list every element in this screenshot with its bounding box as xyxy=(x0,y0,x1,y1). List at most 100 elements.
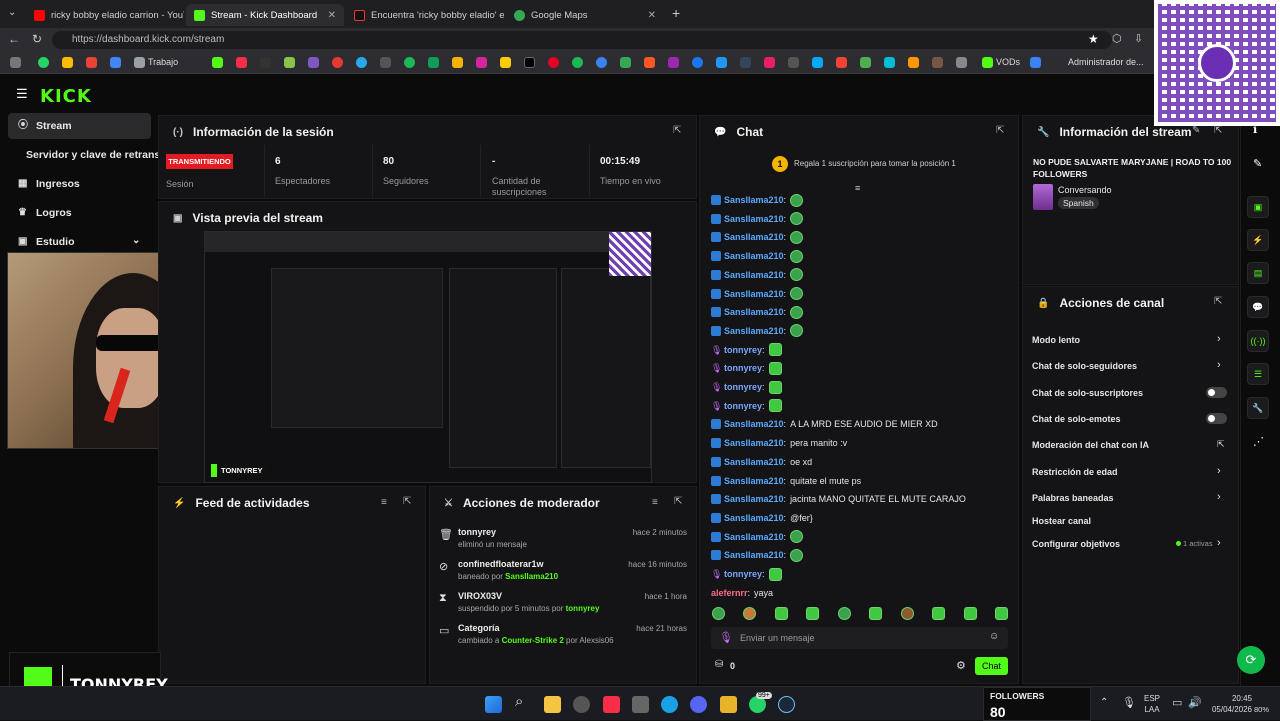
tray-chevron-icon[interactable]: ⌃ xyxy=(1100,697,1108,708)
popout-icon[interactable]: ⇱ xyxy=(674,496,682,507)
discord-icon[interactable] xyxy=(690,696,707,713)
chat-username[interactable]: alefernrr xyxy=(711,588,748,598)
bookmark-icon[interactable] xyxy=(428,57,439,68)
music-icon[interactable] xyxy=(236,57,247,68)
chat-username[interactable]: tonnyrey xyxy=(724,569,762,579)
bookmark-icon[interactable] xyxy=(860,57,871,68)
chat-username[interactable]: tonnyrey xyxy=(724,401,762,411)
maps-icon[interactable] xyxy=(620,57,631,68)
chevron-right-icon[interactable]: › xyxy=(1217,333,1221,345)
bookmark-icon[interactable] xyxy=(332,57,343,68)
tab-search-icon[interactable]: ⌄ xyxy=(8,7,16,18)
rail-button-wrench[interactable]: 🔧 xyxy=(1247,397,1269,419)
close-icon[interactable]: ✕ xyxy=(642,10,656,21)
bookmark-admin[interactable]: Administrador de... xyxy=(1068,57,1144,67)
emote-icon[interactable] xyxy=(712,607,725,620)
reload-icon[interactable]: ↻ xyxy=(32,32,42,46)
chat-username[interactable]: Sansllama210 xyxy=(724,476,784,486)
drive-icon[interactable] xyxy=(62,57,73,68)
bookmark-icon[interactable] xyxy=(10,57,21,68)
emote-icon[interactable] xyxy=(994,607,1008,620)
popout-icon[interactable]: ⇱ xyxy=(1214,296,1222,307)
emote-icon[interactable] xyxy=(963,607,977,620)
bookmark-star-icon[interactable]: ★ xyxy=(1088,32,1099,46)
chevron-right-icon[interactable]: › xyxy=(1217,359,1221,371)
bookmark-icon[interactable] xyxy=(596,57,607,68)
bookmark-icon[interactable] xyxy=(836,57,847,68)
popout-icon[interactable]: ⇱ xyxy=(1214,125,1222,136)
chat-username[interactable]: Sansllama210 xyxy=(724,251,784,261)
music-icon[interactable] xyxy=(603,696,620,713)
chat-username[interactable]: tonnyrey xyxy=(724,345,762,355)
app-icon[interactable] xyxy=(573,696,590,713)
kick-bookmark-icon[interactable] xyxy=(212,57,223,68)
chat-username[interactable]: Sansllama210 xyxy=(724,289,784,299)
external-link-icon[interactable]: ⇱ xyxy=(1217,439,1225,450)
chat-username[interactable]: Sansllama210 xyxy=(724,195,784,205)
action-age-restriction[interactable]: Restricción de edad xyxy=(1032,467,1118,477)
mod-row-user[interactable]: confinedfloaterar1w xyxy=(458,559,544,569)
action-goals[interactable]: Configurar objetivos xyxy=(1032,539,1120,549)
mod-row-user[interactable]: VIROX03V xyxy=(458,591,502,601)
tv-icon[interactable] xyxy=(260,57,271,68)
pinterest-icon[interactable] xyxy=(548,57,559,68)
bookmark-icon[interactable] xyxy=(908,57,919,68)
pin-icon[interactable]: ≡ xyxy=(855,183,860,193)
chat-send-button[interactable]: Chat xyxy=(975,657,1008,675)
chevron-right-icon[interactable]: › xyxy=(1217,491,1221,503)
chat-username[interactable]: tonnyrey xyxy=(724,363,762,373)
back-icon[interactable]: ← xyxy=(8,32,20,46)
rail-button-document[interactable]: ▤ xyxy=(1247,262,1269,284)
action-ai-moderation[interactable]: Moderación del chat con IA xyxy=(1032,440,1149,450)
bookmark-icon[interactable] xyxy=(932,57,943,68)
network-icon[interactable]: ▭ xyxy=(1172,696,1182,709)
popout-icon[interactable]: ⇱ xyxy=(403,496,411,507)
bookmark-trabajo[interactable]: Trabajo xyxy=(148,57,178,67)
mod-desc-link[interactable]: tonnyrey xyxy=(566,604,600,613)
tab-youtube[interactable]: ricky bobby eladio carrion - YouTu ✕ xyxy=(26,4,184,26)
tab-tiktok[interactable]: Encuentra 'ricky bobby eladio' en ✕ xyxy=(346,4,504,26)
menu-icon[interactable]: ☰ xyxy=(16,86,28,102)
bookmark-vods[interactable]: VODs xyxy=(996,57,1020,67)
close-icon[interactable]: ✕ xyxy=(322,10,336,21)
edge-icon[interactable] xyxy=(661,696,678,713)
popout-icon[interactable]: ⇱ xyxy=(673,125,681,136)
search-icon[interactable]: ⌕ xyxy=(515,693,523,710)
chat-username[interactable]: Sansllama210 xyxy=(724,326,784,336)
rail-button-broadcast[interactable]: ((·)) xyxy=(1247,330,1269,352)
chat-username[interactable]: Sansllama210 xyxy=(724,438,784,448)
edit-icon[interactable]: ✎ xyxy=(1253,157,1262,170)
chat-username[interactable]: Sansllama210 xyxy=(724,307,784,317)
bookmark-icon[interactable] xyxy=(716,57,727,68)
bookmark-icon[interactable] xyxy=(404,57,415,68)
sidebar-item-ingresos[interactable]: ▦ Ingresos xyxy=(8,171,151,197)
whatsapp-icon[interactable] xyxy=(38,57,49,68)
telegram-icon[interactable] xyxy=(356,57,367,68)
chat-username[interactable]: Sansllama210 xyxy=(724,457,784,467)
rail-button-camera[interactable]: ▣ xyxy=(1247,196,1269,218)
bookmark-icon[interactable] xyxy=(500,57,511,68)
rail-button-lightning[interactable]: ⚡ xyxy=(1247,229,1269,251)
bookmark-icon[interactable] xyxy=(308,57,319,68)
action-slow-mode[interactable]: Modo lento xyxy=(1032,335,1080,345)
rail-button-chat[interactable]: 💬 xyxy=(1247,296,1269,318)
bookmark-icon[interactable] xyxy=(956,57,967,68)
rail-button-list[interactable]: ☰ xyxy=(1247,363,1269,385)
address-bar[interactable]: https://dashboard.kick.com/stream xyxy=(52,31,1112,49)
category-name[interactable]: Conversando xyxy=(1058,185,1112,195)
points-icon[interactable]: ⛁ xyxy=(715,659,723,670)
chat-username[interactable]: Sansllama210 xyxy=(724,532,784,542)
bookmark-icon[interactable] xyxy=(668,57,679,68)
download-icon[interactable]: ⇩ xyxy=(1134,32,1143,45)
subs-only-toggle[interactable] xyxy=(1206,387,1227,398)
sidebar-item-stream[interactable]: ⦿ Stream xyxy=(8,113,151,139)
chevron-right-icon[interactable]: › xyxy=(1217,537,1221,549)
file-explorer-icon[interactable] xyxy=(544,696,561,713)
action-subs-only[interactable]: Chat de solo-suscriptores xyxy=(1032,388,1143,398)
stream-preview-video[interactable]: TONNYREY xyxy=(204,231,652,483)
windows-start-icon[interactable] xyxy=(485,696,502,713)
bookmark-icon[interactable] xyxy=(452,57,463,68)
instagram-icon[interactable] xyxy=(476,57,487,68)
x-icon[interactable] xyxy=(524,57,535,68)
sidebar-item-logros[interactable]: ♛ Logros xyxy=(8,200,151,226)
